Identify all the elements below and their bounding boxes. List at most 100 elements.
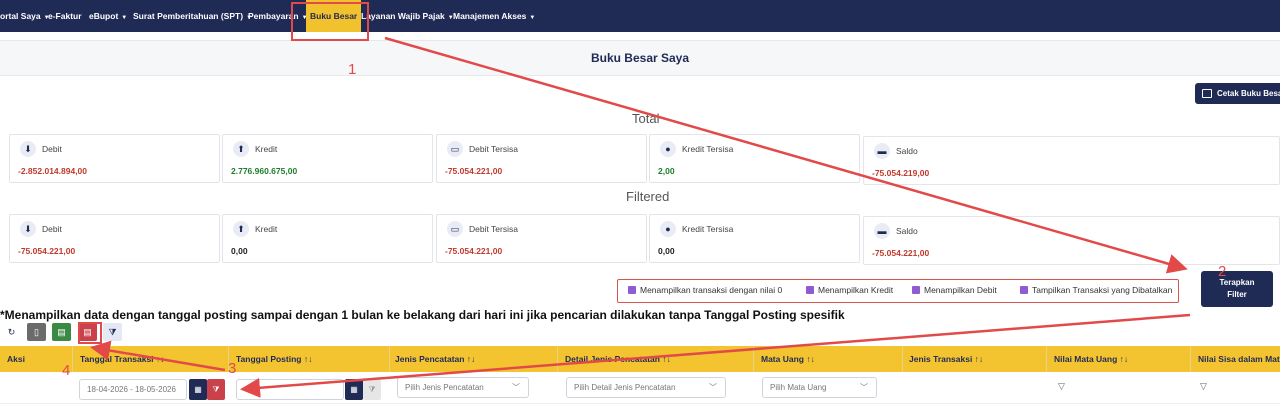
total-section-label: Total	[632, 111, 660, 126]
clear-date-filter-button[interactable]: ⧩	[207, 379, 225, 400]
annotation-number-3: 3	[228, 360, 237, 377]
column-tanggal-transaksi[interactable]: Tanggal Transaksi ↑↓	[80, 354, 164, 364]
total-debit-card: ⬇ Debit -2.852.014.894,00	[9, 134, 220, 183]
wallet-icon: ▬	[874, 143, 890, 159]
filtered-debit-tersisa-card: ▭ Debit Tersisa -75.054.221,00	[436, 214, 647, 263]
total-kredit-tersisa-value: 2,00	[658, 166, 675, 176]
filtered-kredit-tersisa-value: 0,00	[658, 246, 675, 256]
filter-icon[interactable]: ▽	[1058, 381, 1065, 392]
highlight-box-export	[78, 322, 102, 344]
file-icon: ▯	[34, 327, 39, 337]
filtered-saldo-value: -75.054.221,00	[872, 248, 930, 258]
checkbox-checked-icon	[912, 286, 920, 294]
filter-options: Menampilkan transaksi dengan nilai 0 Men…	[617, 279, 1179, 303]
checkbox-show-zero-transactions[interactable]: Menampilkan transaksi dengan nilai 0	[628, 285, 782, 295]
page-header: Buku Besar Saya	[0, 40, 1280, 76]
nav-item-buku-besar[interactable]: Buku Besar	[306, 0, 362, 32]
annotation-number-2: 2	[1218, 263, 1227, 280]
filtered-section-label: Filtered	[626, 189, 670, 204]
hand-money-icon: ⬆	[233, 141, 249, 157]
filtered-debit-value: -75.054.221,00	[18, 246, 76, 256]
filter-clear-icon: ⧩	[368, 385, 376, 394]
column-detail-jenis-pencatatan[interactable]: Detail Jenis Pencatatan ↑↓	[565, 354, 671, 364]
filtered-debit-tersisa-value: -75.054.221,00	[445, 246, 503, 256]
clear-filter-button[interactable]: ⧩	[103, 323, 122, 341]
total-debit-tersisa-value: -75.054.221,00	[445, 166, 503, 176]
export-excel-button[interactable]: ▤	[52, 323, 71, 341]
mata-uang-select[interactable]: Pilih Mata Uang ﹀	[762, 377, 877, 398]
coins-icon: ●	[660, 221, 676, 237]
column-tanggal-posting[interactable]: Tanggal Posting ↑↓	[236, 354, 312, 364]
transaction-date-range-input[interactable]: 18-04-2026 - 18-05-2026	[79, 379, 187, 400]
annotation-number-4: 4	[62, 362, 71, 379]
checkbox-checked-icon	[1020, 286, 1028, 294]
chevron-down-icon: ▼	[529, 15, 536, 21]
chevron-down-icon: ﹀	[512, 383, 520, 392]
hand-money-icon: ⬆	[233, 221, 249, 237]
filtered-kredit-tersisa-card: ● Kredit Tersisa 0,00	[649, 214, 860, 263]
excel-icon: ▤	[57, 327, 66, 337]
calendar-icon: ▦	[350, 385, 358, 394]
nav-item-ebupot[interactable]: eBupot ▼	[89, 0, 127, 32]
total-kredit-value: 2.776.960.675,00	[231, 166, 298, 176]
column-nilai-sisa[interactable]: Nilai Sisa dalam Mata	[1198, 354, 1280, 364]
column-jenis-transaksi[interactable]: Jenis Transaksi ↑↓	[909, 354, 983, 364]
apply-filter-button[interactable]: Terapkan Filter	[1201, 271, 1273, 307]
checkbox-checked-icon	[806, 286, 814, 294]
wallet-icon: ▬	[874, 223, 890, 239]
coins-icon: ●	[660, 141, 676, 157]
total-kredit-tersisa-card: ● Kredit Tersisa 2,00	[649, 134, 860, 183]
nav-item-e-faktur[interactable]: e-Faktur	[48, 0, 82, 32]
posting-date-note: *Menampilkan data dengan tanggal posting…	[0, 308, 845, 322]
hand-coin-icon: ⬇	[20, 221, 36, 237]
total-debit-value: -2.852.014.894,00	[18, 166, 88, 176]
chevron-down-icon: ▼	[121, 15, 128, 21]
total-saldo-value: -75.054.219,00	[872, 168, 930, 178]
checkbox-show-debit[interactable]: Menampilkan Debit	[912, 285, 997, 295]
nav-item-pembayaran[interactable]: Pembayaran ▼	[248, 0, 308, 32]
chevron-down-icon: ﹀	[709, 383, 717, 392]
filter-icon[interactable]: ▽	[1200, 381, 1207, 392]
filter-clear-icon: ⧩	[108, 327, 117, 337]
refresh-button[interactable]: ↻	[2, 323, 21, 341]
column-aksi: Aksi	[7, 354, 25, 364]
filtered-kredit-value: 0,00	[231, 246, 248, 256]
cash-icon: ▭	[447, 141, 463, 157]
page: ortal Saya ▼ e-Faktur eBupot ▼ Surat Pembe…	[0, 0, 1280, 404]
cash-icon: ▭	[447, 221, 463, 237]
total-debit-tersisa-card: ▭ Debit Tersisa -75.054.221,00	[436, 134, 647, 183]
print-ledger-button[interactable]: Cetak Buku Besar	[1195, 83, 1280, 104]
page-title: Buku Besar Saya	[590, 51, 690, 65]
chevron-down-icon: ﹀	[860, 383, 868, 392]
table-header: Aksi Tanggal Transaksi ↑↓ Tanggal Postin…	[0, 346, 1280, 372]
column-nilai-mata-uang[interactable]: Nilai Mata Uang ↑↓	[1054, 354, 1128, 364]
calendar-icon: ▦	[194, 385, 202, 394]
checkbox-show-cancelled[interactable]: Tampilkan Transaksi yang Dibatalkan	[1020, 285, 1172, 295]
filter-clear-icon: ⧩	[212, 385, 220, 394]
refresh-icon: ↻	[7, 327, 16, 337]
column-mata-uang[interactable]: Mata Uang ↑↓	[761, 354, 815, 364]
printer-icon	[1202, 89, 1212, 98]
filtered-kredit-card: ⬆ Kredit 0,00	[222, 214, 433, 263]
calendar-button[interactable]: ▦	[345, 379, 363, 400]
nav-item-portal-saya[interactable]: ortal Saya ▼	[0, 0, 50, 32]
annotation-number-1: 1	[348, 61, 357, 78]
top-navbar: ortal Saya ▼ e-Faktur eBupot ▼ Surat Pembe…	[0, 0, 1280, 32]
posting-date-range-input[interactable]	[236, 379, 344, 400]
nav-item-spt[interactable]: Surat Pemberitahuan (SPT) ▼	[133, 0, 252, 32]
calendar-button[interactable]: ▦	[189, 379, 207, 400]
checkbox-checked-icon	[628, 286, 636, 294]
nav-item-layanan-wajib-pajak[interactable]: Layanan Wajib Pajak ▼	[361, 0, 454, 32]
column-jenis-pencatatan[interactable]: Jenis Pencatatan ↑↓	[395, 354, 475, 364]
clear-date-filter-button[interactable]: ⧩	[363, 379, 381, 400]
checkbox-show-kredit[interactable]: Menampilkan Kredit	[806, 285, 893, 295]
export-file-button[interactable]: ▯	[27, 323, 46, 341]
jenis-pencatatan-select[interactable]: Pilih Jenis Pencatatan ﹀	[397, 377, 529, 398]
total-kredit-card: ⬆ Kredit 2.776.960.675,00	[222, 134, 433, 183]
filtered-debit-card: ⬇ Debit -75.054.221,00	[9, 214, 220, 263]
nav-item-manajemen-akses[interactable]: Manajemen Akses ▼	[453, 0, 535, 32]
total-saldo-card: ▬ Saldo -75.054.219,00	[863, 136, 1280, 185]
hand-coin-icon: ⬇	[20, 141, 36, 157]
filtered-saldo-card: ▬ Saldo -75.054.221,00	[863, 216, 1280, 265]
detail-jenis-pencatatan-select[interactable]: Pilih Detail Jenis Pencatatan ﹀	[566, 377, 726, 398]
